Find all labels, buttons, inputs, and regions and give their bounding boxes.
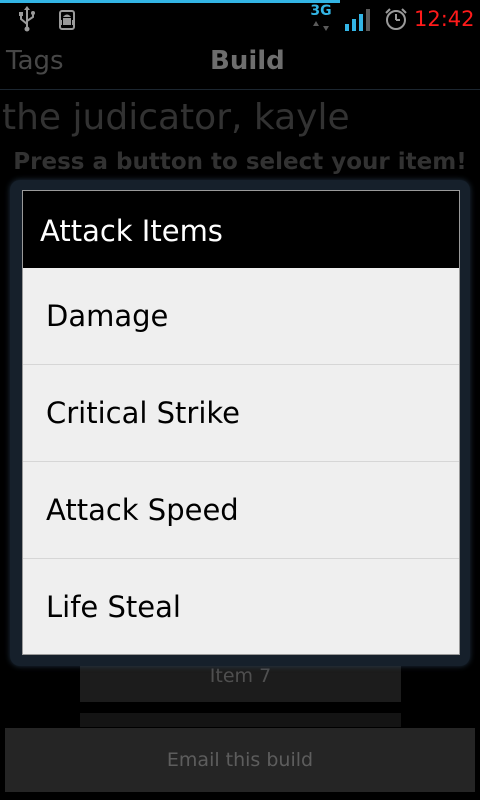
data-activity-icon — [313, 21, 329, 31]
alarm-icon — [385, 8, 407, 30]
signal-icon — [345, 9, 370, 31]
dialog-title-bar: Attack Items — [23, 191, 459, 268]
usb-icon — [19, 6, 35, 32]
status-accent-line — [0, 0, 340, 3]
option-damage[interactable]: Damage — [23, 268, 459, 365]
option-label: Life Steal — [46, 590, 181, 624]
option-label: Attack Speed — [46, 493, 239, 527]
option-life-steal[interactable]: Life Steal — [23, 559, 459, 654]
network-type-indicator: 3G — [306, 3, 336, 33]
status-clock: 12:42 — [414, 7, 475, 31]
status-bar: 3G 12:42 — [0, 0, 480, 38]
option-label: Damage — [46, 299, 169, 333]
option-critical-strike[interactable]: Critical Strike — [23, 365, 459, 462]
network-type-label: 3G — [310, 3, 332, 19]
debug-icon — [59, 10, 75, 30]
screen: 3G 12:42 Tags Build the judicator, kayle… — [0, 0, 480, 800]
dialog-title: Attack Items — [40, 214, 223, 248]
attack-items-dialog: Attack Items Damage Critical Strike Atta… — [22, 190, 460, 655]
option-label: Critical Strike — [46, 396, 241, 430]
option-attack-speed[interactable]: Attack Speed — [23, 462, 459, 559]
